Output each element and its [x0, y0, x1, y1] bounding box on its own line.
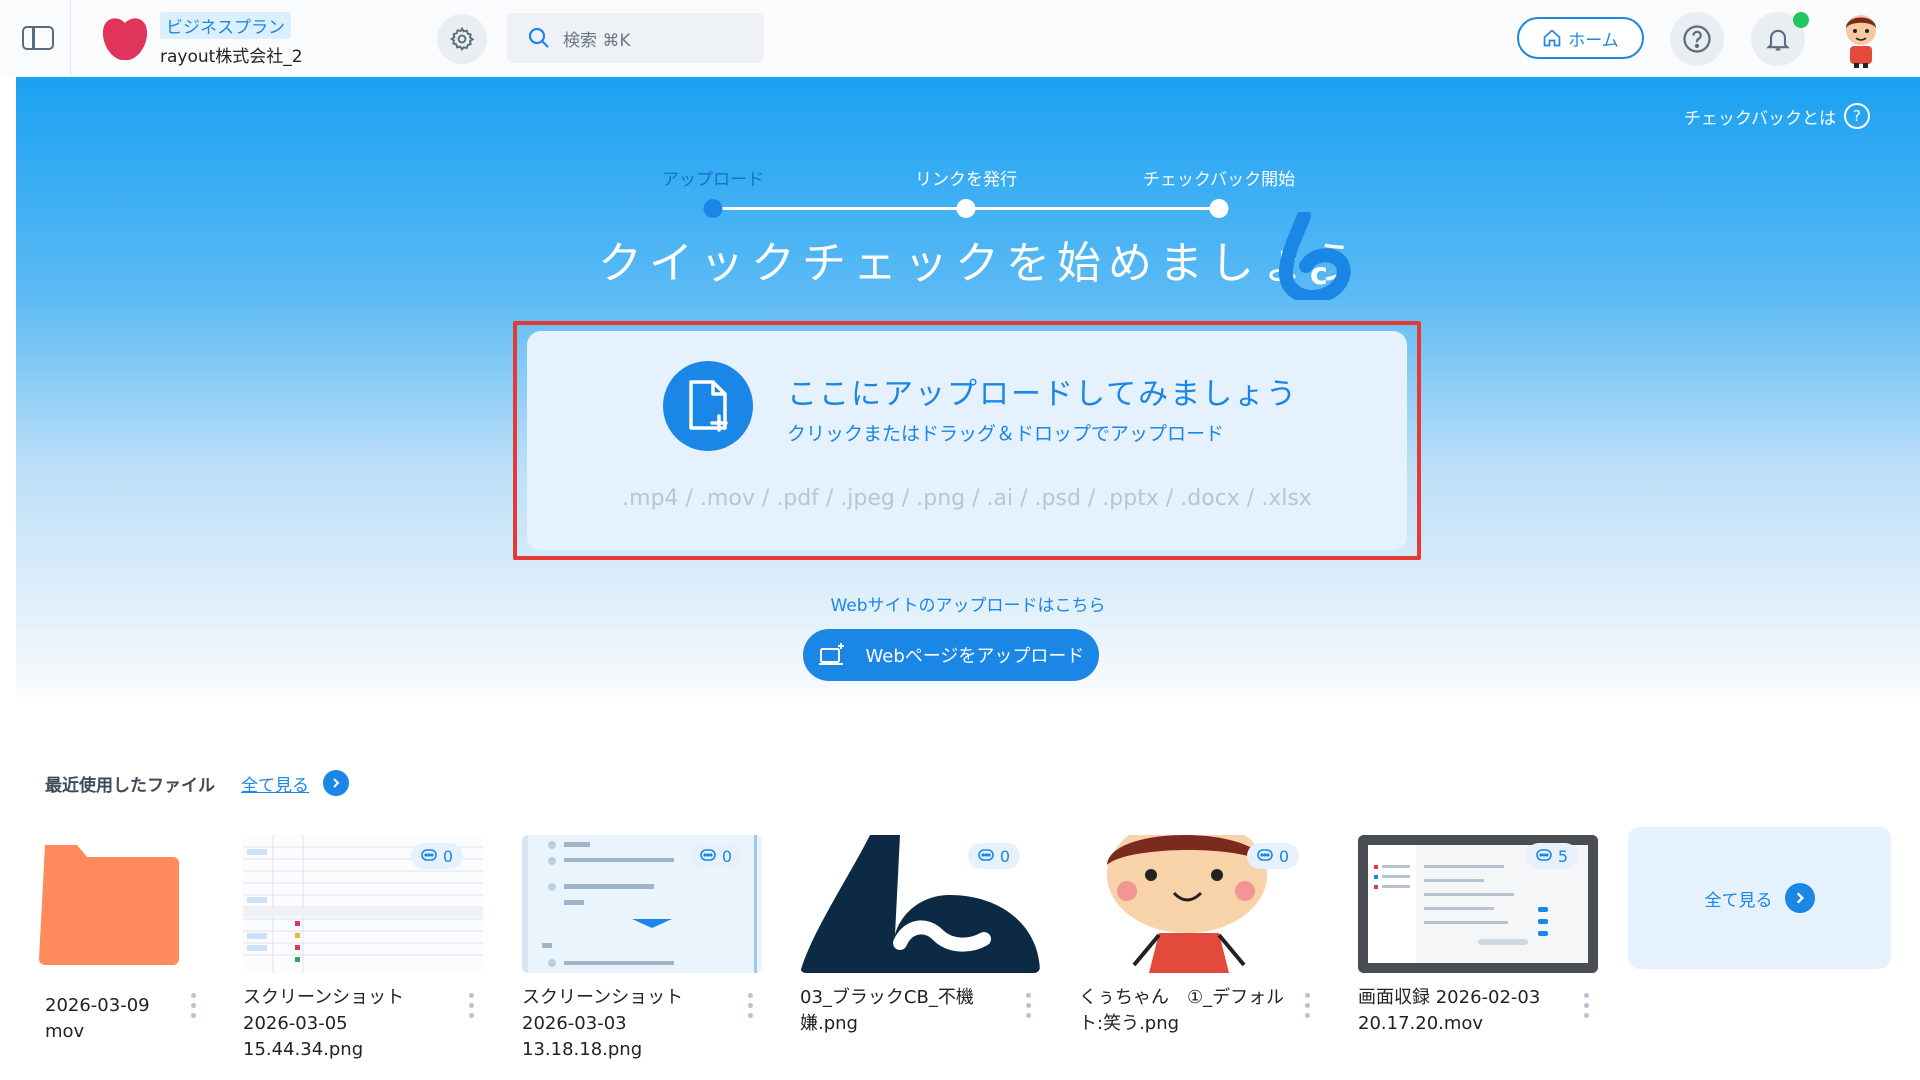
- step-link-dot: [956, 199, 976, 218]
- help-button[interactable]: [1670, 12, 1724, 66]
- web-capture-icon: [818, 643, 844, 665]
- gear-icon: [449, 26, 475, 51]
- recent-file-card[interactable]: 0 くぅちゃん ①_デフォルト:笑う.png: [1079, 835, 1319, 1055]
- more-options-icon[interactable]: [186, 990, 200, 1020]
- supported-formats: .mp4 / .mov / .pdf / .jpeg / .png / .ai …: [622, 486, 1312, 511]
- organization-logo[interactable]: [100, 13, 150, 63]
- file-name: スクリーンショット 2026-03-05 15.44.34.png: [243, 987, 405, 1060]
- home-button-label: ホーム: [1568, 30, 1619, 51]
- comment-count-badge: 0: [410, 843, 463, 869]
- see-all-card[interactable]: 全て見る: [1628, 827, 1891, 969]
- brand-c-logo: c: [1278, 212, 1351, 300]
- home-icon: [1543, 29, 1561, 47]
- question-icon: ?: [1844, 103, 1870, 129]
- file-name: くぅちゃん ①_デフォルト:笑う.png: [1079, 987, 1285, 1034]
- comment-icon: [1536, 849, 1552, 861]
- checkback-help-label: チェックバックとは: [1683, 108, 1836, 129]
- see-all-card-label: 全て見る: [1704, 890, 1773, 911]
- file-name: 2026-03-09 mov: [45, 995, 150, 1042]
- organization-name[interactable]: rayout株式会社_2: [160, 42, 303, 67]
- comment-icon: [1257, 849, 1273, 861]
- web-page-upload-label: Webページをアップロード: [865, 646, 1085, 667]
- search-icon: [528, 27, 549, 48]
- hero-title: クイックチェックを始めましょう: [598, 238, 1363, 289]
- step-upload-label: アップロード: [662, 170, 764, 190]
- hero-section: チェックバックとは ? アップロード リンクを発行 チェックバック開始 クイック…: [16, 77, 1920, 697]
- step-upload-dot: [703, 199, 723, 218]
- comment-count-badge: 0: [967, 843, 1020, 869]
- chevron-right-icon: [1784, 883, 1815, 913]
- comment-count: 0: [442, 846, 453, 866]
- file-name: 03_ブラックCB_不機嫌.png: [800, 987, 974, 1034]
- search-placeholder: 検索 ⌘K: [563, 30, 631, 51]
- comment-count-badge: 0: [689, 843, 742, 869]
- step-checkback-dot: [1209, 199, 1229, 218]
- bell-icon: [1766, 29, 1790, 51]
- search-input[interactable]: 検索 ⌘K: [507, 13, 764, 63]
- upload-zone-panel: ここにアップロードしてみましょう クリックまたはドラッグ＆ドロップでアップロード…: [527, 331, 1407, 550]
- header-divider: [70, 0, 71, 77]
- comment-count-badge: 5: [1525, 843, 1578, 869]
- svg-text:c: c: [1310, 257, 1328, 292]
- step-checkback-label: チェックバック開始: [1142, 170, 1296, 190]
- file-name: スクリーンショット 2026-03-03 13.18.18.png: [522, 987, 684, 1060]
- step-link-label: リンクを発行: [915, 170, 1017, 190]
- more-options-icon[interactable]: [1579, 990, 1593, 1020]
- more-options-icon[interactable]: [464, 990, 478, 1020]
- comment-icon: [700, 849, 716, 861]
- more-options-icon[interactable]: [1021, 990, 1035, 1020]
- see-all-link[interactable]: 全て見る: [241, 771, 309, 796]
- comment-count: 0: [999, 846, 1010, 866]
- plan-badge: ビジネスプラン: [160, 12, 291, 39]
- top-header: ビジネスプラン rayout株式会社_2 検索 ⌘K ホーム: [0, 0, 1920, 77]
- user-avatar[interactable]: [1832, 8, 1890, 68]
- recent-file-card[interactable]: 0 スクリーンショット 2026-03-05 15.44.34.png: [243, 835, 483, 1060]
- recent-file-card[interactable]: 0 スクリーンショット 2026-03-03 13.18.18.png: [522, 835, 762, 1060]
- recent-file-card[interactable]: 5 画面収録 2026-02-03 20.17.20.mov: [1358, 835, 1598, 1055]
- checkback-help-link[interactable]: チェックバックとは ?: [1684, 103, 1870, 129]
- recent-file-card[interactable]: 0 03_ブラックCB_不機嫌.png: [800, 835, 1040, 1055]
- comment-count: 5: [1557, 846, 1568, 866]
- upload-subtitle: クリックまたはドラッグ＆ドロップでアップロード: [787, 423, 1225, 445]
- file-add-icon: [663, 361, 753, 451]
- comment-count: 0: [721, 846, 732, 866]
- upload-title: ここにアップロードしてみましょう: [787, 377, 1299, 412]
- recent-files-title: 最近使用したファイル: [45, 775, 215, 796]
- upload-dropzone[interactable]: ここにアップロードしてみましょう クリックまたはドラッグ＆ドロップでアップロード…: [513, 321, 1421, 560]
- web-page-upload-button[interactable]: Webページをアップロード: [803, 629, 1099, 681]
- chevron-right-icon[interactable]: [323, 770, 349, 796]
- comment-count: 0: [1278, 846, 1289, 866]
- comment-count-badge: 0: [1246, 843, 1299, 869]
- file-name: 画面収録 2026-02-03 20.17.20.mov: [1358, 987, 1541, 1034]
- folder-thumbnail: [0, 835, 205, 973]
- comment-icon: [421, 849, 437, 861]
- recent-files-header: 最近使用したファイル 全て見る: [45, 770, 349, 796]
- more-options-icon[interactable]: [743, 990, 757, 1020]
- recent-file-card[interactable]: 2026-03-09 mov: [0, 835, 205, 1055]
- comment-icon: [978, 849, 994, 861]
- question-icon: [1683, 25, 1711, 53]
- more-options-icon[interactable]: [1300, 990, 1314, 1020]
- notification-dot: [1793, 12, 1809, 28]
- sidebar-toggle-icon[interactable]: [22, 26, 54, 50]
- folder-icon: [39, 845, 179, 965]
- settings-button[interactable]: [437, 14, 487, 64]
- home-button[interactable]: ホーム: [1517, 17, 1644, 59]
- website-upload-link[interactable]: Webサイトのアップロードはこちら: [16, 591, 1920, 616]
